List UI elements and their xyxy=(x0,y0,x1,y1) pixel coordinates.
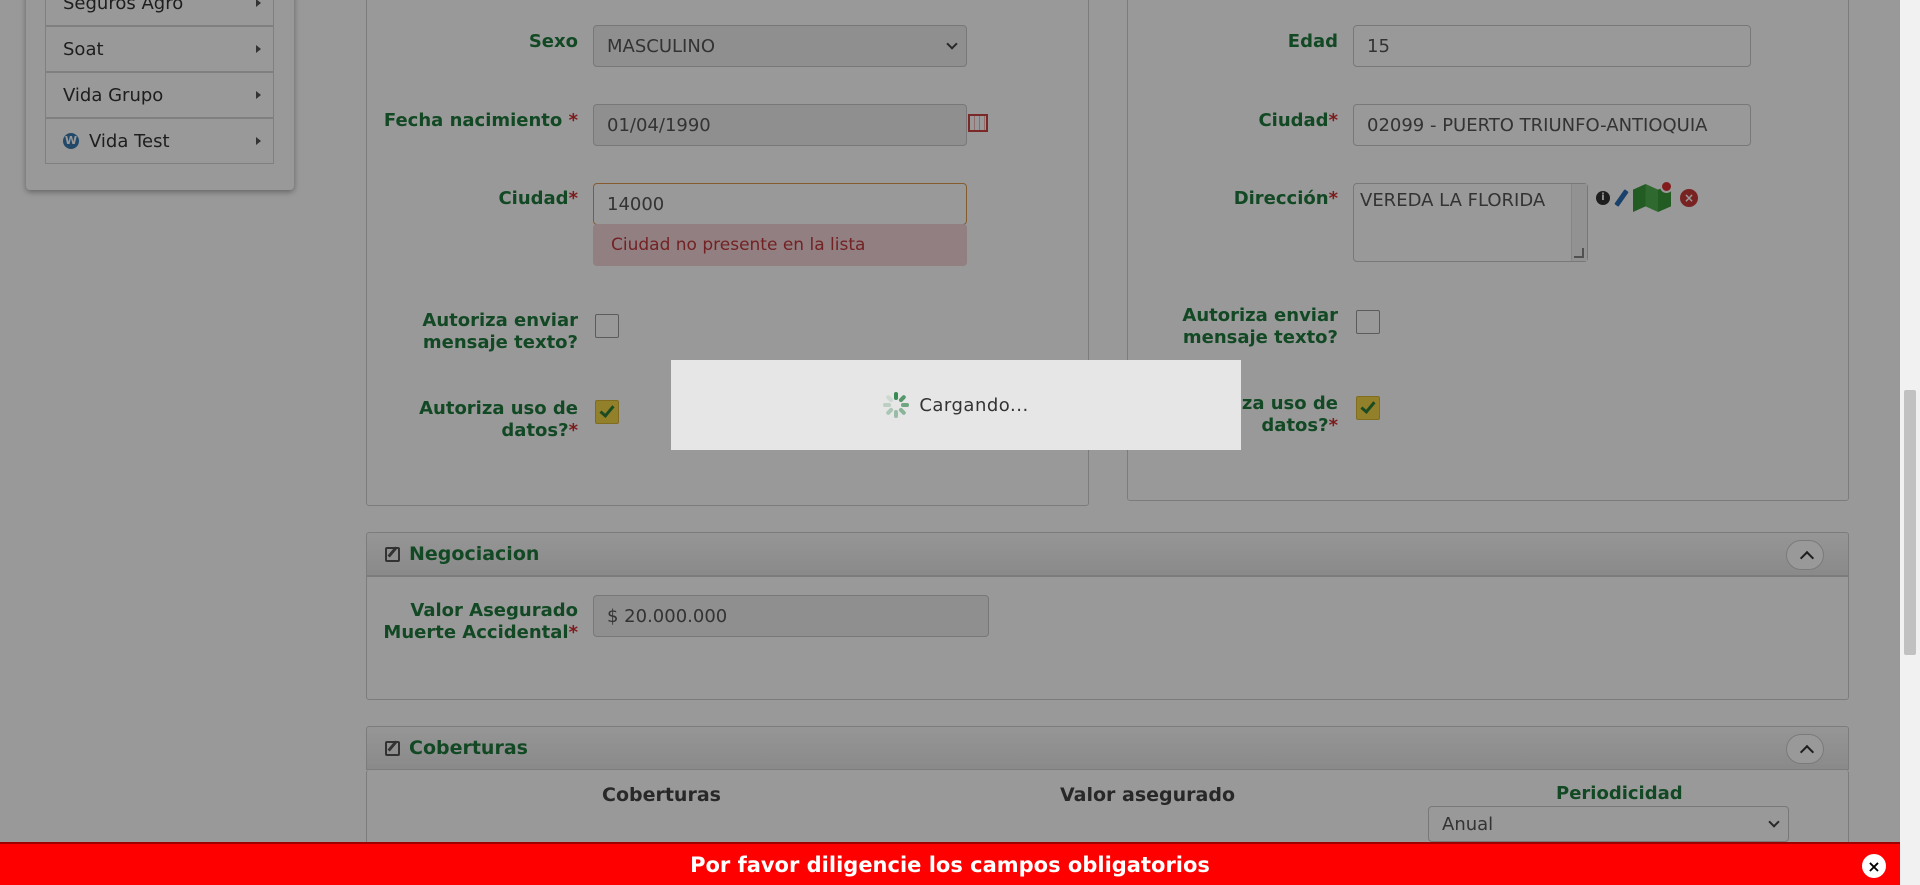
caret-right-icon xyxy=(256,0,261,7)
negociacion-title: Negociacion xyxy=(409,543,540,565)
direccion-value: VEREDA LA FLORIDA xyxy=(1360,190,1546,211)
valor-asegurado-value: $ 20.000.000 xyxy=(607,605,728,627)
ciudad-right-input[interactable]: 02099 - PUERTO TRIUNFO-ANTIOQUIA xyxy=(1353,104,1751,146)
close-icon[interactable]: × xyxy=(1862,854,1886,878)
coberturas-title: Coberturas xyxy=(409,737,528,759)
map-pin-icon xyxy=(1660,180,1673,193)
autoriza-sms-right-checkbox[interactable] xyxy=(1356,310,1380,334)
calendar-icon[interactable] xyxy=(968,114,988,132)
chevron-down-icon xyxy=(946,38,958,50)
sidebar-item-soat[interactable]: Soat xyxy=(45,26,274,72)
direccion-textarea[interactable]: VEREDA LA FLORIDA xyxy=(1353,183,1588,262)
edad-label: Edad xyxy=(1287,31,1338,52)
info-icon[interactable]: i xyxy=(1596,191,1610,205)
ciudad-value: 14000 xyxy=(607,193,665,215)
edad-input[interactable]: 15 xyxy=(1353,25,1751,67)
sidebar-item-label: Seguros Agro xyxy=(63,0,184,14)
autoriza-sms-checkbox[interactable] xyxy=(595,314,619,338)
page-scrollbar[interactable] xyxy=(1900,0,1920,885)
sexo-label: Sexo xyxy=(528,31,578,52)
caret-right-icon xyxy=(256,137,261,145)
remove-icon[interactable]: × xyxy=(1680,189,1698,207)
scrollbar-thumb[interactable] xyxy=(1904,390,1916,655)
loading-dialog: Cargando... xyxy=(671,360,1241,450)
coberturas-column-header: Coberturas xyxy=(602,784,721,806)
direccion-actions: i × xyxy=(1596,184,1698,212)
resize-handle-icon[interactable] xyxy=(1574,248,1584,258)
negociacion-header[interactable]: Negociacion xyxy=(366,532,1849,576)
collapse-button[interactable] xyxy=(1786,540,1824,570)
sidebar-menu: Seguros Agro Soat Vida Grupo W Vida Test xyxy=(26,0,294,190)
check-icon xyxy=(1360,398,1376,414)
periodicidad-select[interactable]: Anual xyxy=(1428,806,1789,842)
fecha-nacimiento-label: Fecha nacimiento * xyxy=(383,110,578,131)
autoriza-datos-right-checkbox[interactable] xyxy=(1356,396,1380,420)
alert-text: Por favor diligencie los campos obligato… xyxy=(690,852,1210,877)
sidebar-item-vida-test[interactable]: W Vida Test xyxy=(45,118,274,164)
autoriza-datos-label: Autoriza uso de datos?* xyxy=(419,398,578,441)
periodicidad-column-header: Periodicidad xyxy=(1556,783,1683,804)
periodicidad-value: Anual xyxy=(1442,813,1494,835)
ciudad-right-label: Ciudad* xyxy=(1258,110,1338,131)
autoriza-sms-label: Autoriza enviar mensaje texto? xyxy=(422,310,578,353)
valor-asegurado-input[interactable]: $ 20.000.000 xyxy=(593,595,989,637)
sidebar-item-seguros-agro[interactable]: Seguros Agro xyxy=(45,0,274,26)
collapse-button[interactable] xyxy=(1786,734,1824,764)
spinner-icon xyxy=(883,392,910,418)
check-icon xyxy=(599,402,615,418)
edit-icon xyxy=(385,741,400,756)
pencil-icon[interactable] xyxy=(1614,189,1629,207)
chevron-down-icon xyxy=(1768,816,1780,828)
ciudad-input[interactable]: 14000 xyxy=(593,183,967,225)
loading-text: Cargando... xyxy=(919,394,1029,416)
autoriza-sms-right-label: Autoriza enviar mensaje texto? xyxy=(1182,305,1338,348)
caret-right-icon xyxy=(256,91,261,99)
sexo-select[interactable]: MASCULINO xyxy=(593,25,967,67)
wordpress-icon: W xyxy=(63,133,79,149)
direccion-label: Dirección* xyxy=(1233,188,1338,209)
edit-icon xyxy=(385,547,400,562)
autoriza-datos-checkbox[interactable] xyxy=(595,400,619,424)
sidebar-item-label: Soat xyxy=(63,38,104,60)
valor-asegurado-column-header: Valor asegurado xyxy=(1060,784,1236,806)
valor-asegurado-label: Valor Asegurado Muerte Accidental* xyxy=(383,600,578,643)
coberturas-header[interactable]: Coberturas xyxy=(366,726,1849,770)
caret-right-icon xyxy=(256,45,261,53)
sidebar-item-label: Vida Test xyxy=(89,130,170,152)
ciudad-label: Ciudad* xyxy=(498,188,578,209)
sidebar-item-label: Vida Grupo xyxy=(63,84,164,106)
edad-value: 15 xyxy=(1367,35,1390,57)
sidebar-item-vida-grupo[interactable]: Vida Grupo xyxy=(45,72,274,118)
negociacion-body xyxy=(366,576,1849,700)
ciudad-right-value: 02099 - PUERTO TRIUNFO-ANTIOQUIA xyxy=(1367,114,1708,136)
sexo-value: MASCULINO xyxy=(607,35,715,57)
fecha-nacimiento-value: 01/04/1990 xyxy=(607,114,711,136)
required-fields-alert: Por favor diligencie los campos obligato… xyxy=(0,842,1900,885)
fecha-nacimiento-input[interactable]: 01/04/1990 xyxy=(593,104,967,146)
ciudad-error-message: Ciudad no presente en la lista xyxy=(593,224,967,266)
